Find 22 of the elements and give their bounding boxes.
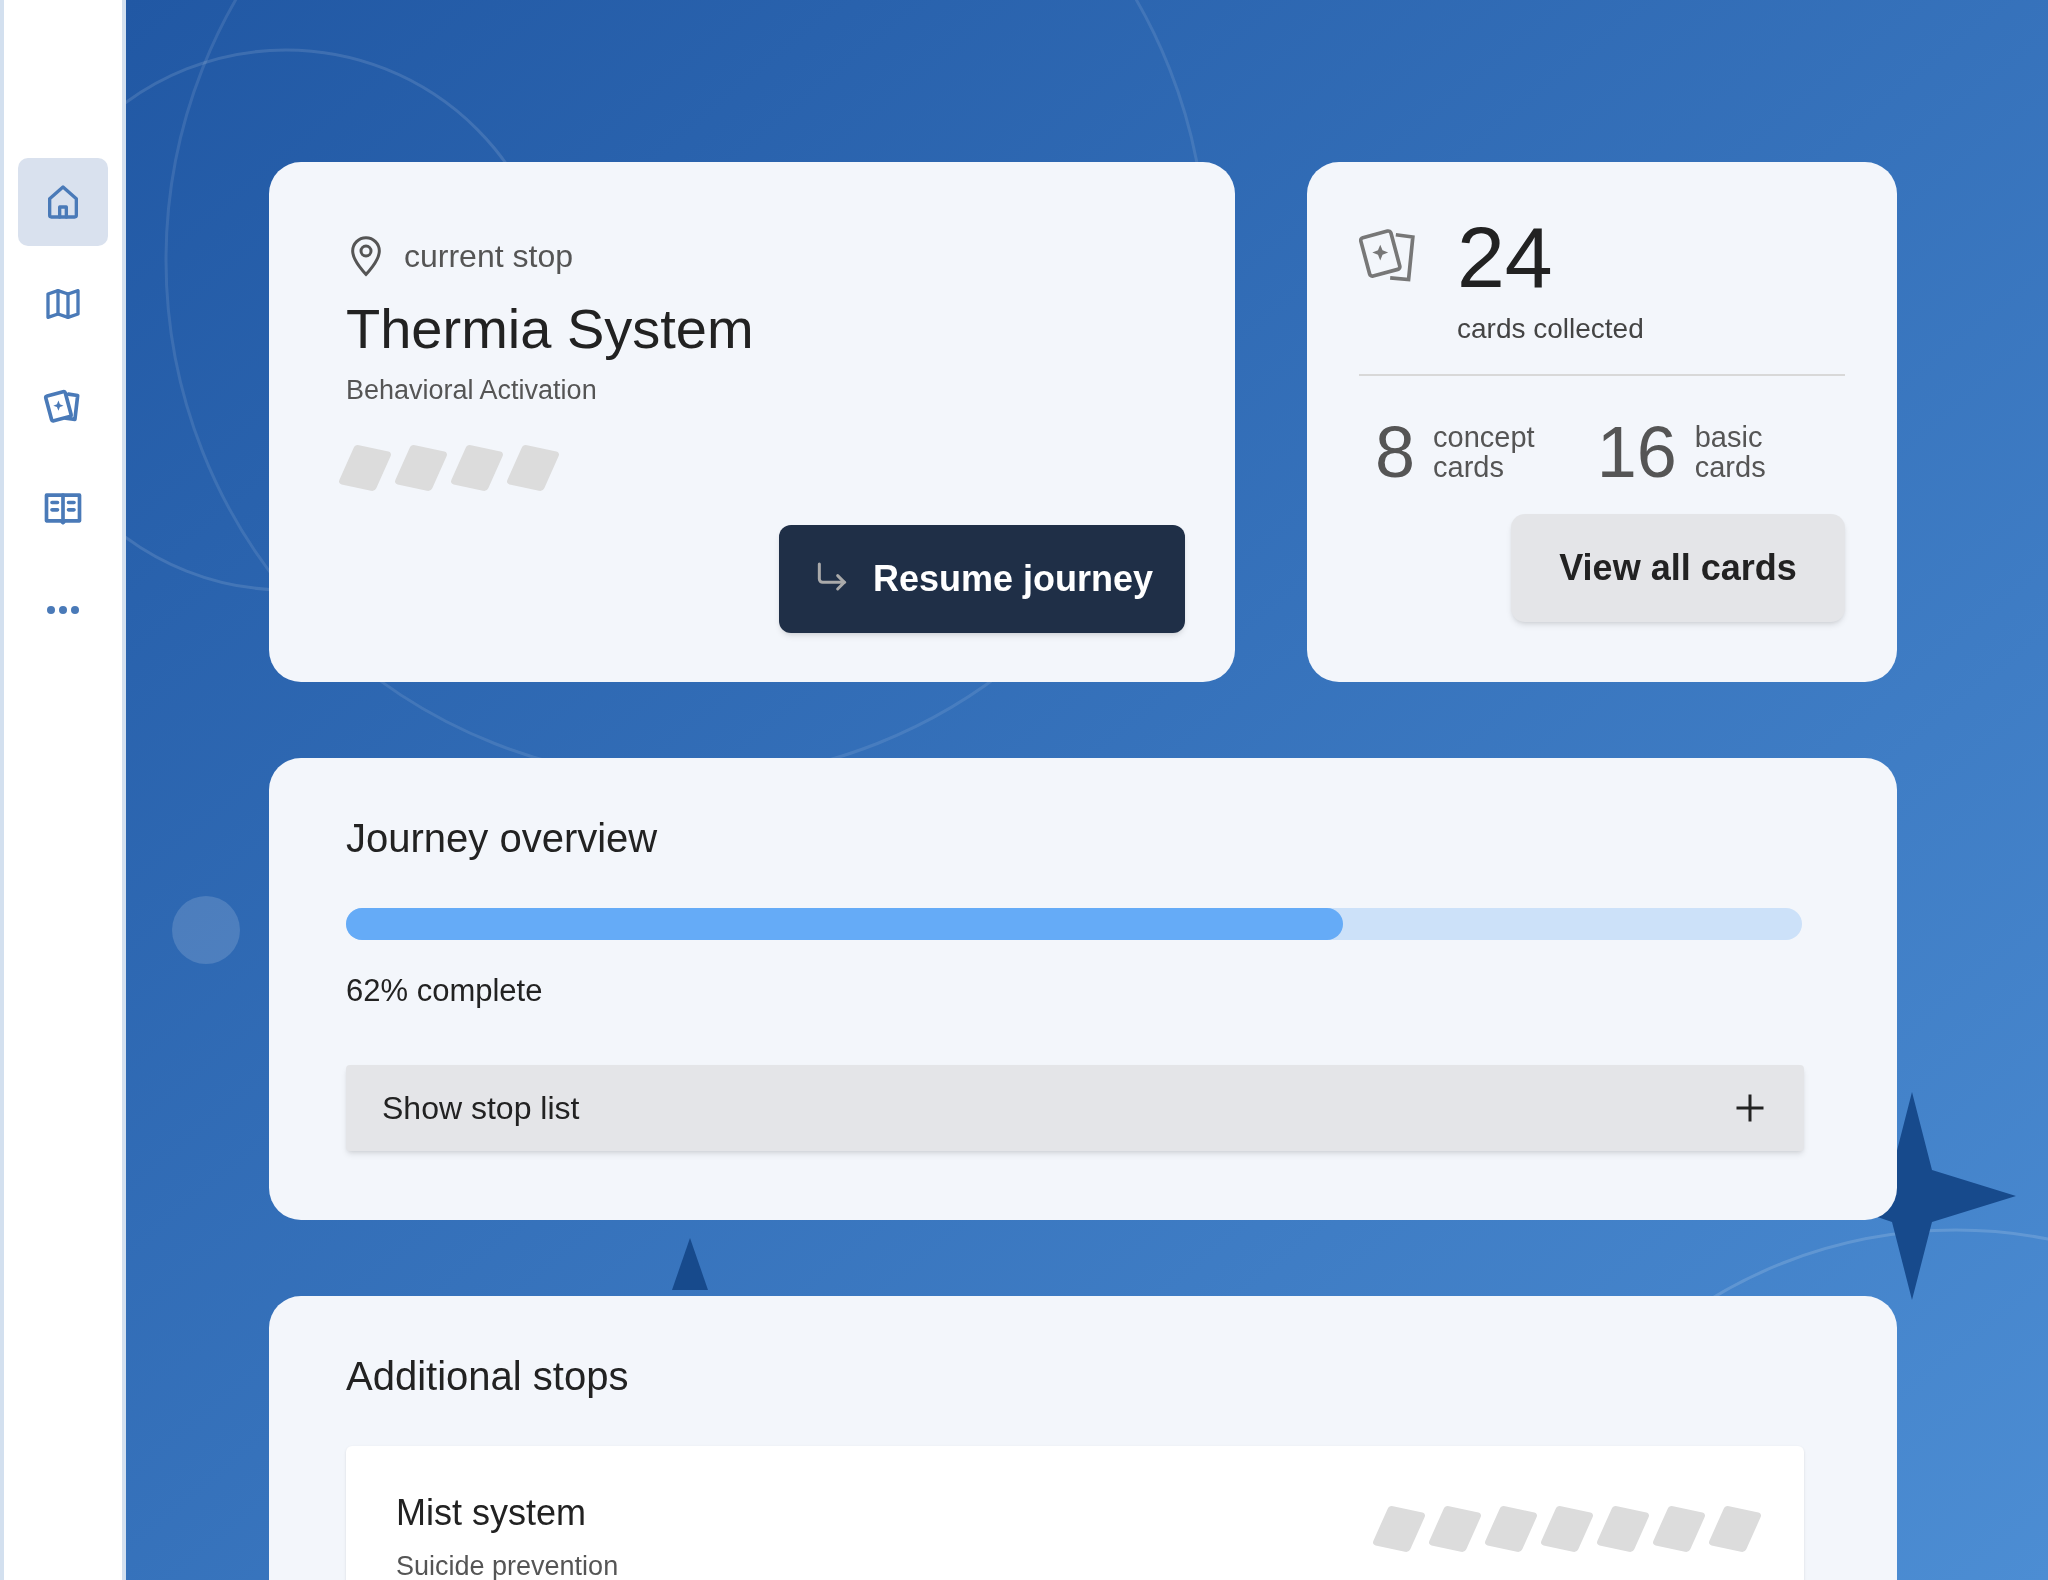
stop-item[interactable]: Mist system Suicide prevention xyxy=(346,1446,1804,1580)
view-all-cards-button[interactable]: View all cards xyxy=(1511,514,1845,622)
card-count: 16 xyxy=(1596,416,1677,488)
card-count: 8 xyxy=(1375,416,1416,488)
cards-total: 24 xyxy=(1457,214,1554,300)
stop-list-toggle[interactable]: Show stop list xyxy=(346,1064,1804,1151)
stop-title: Thermia System xyxy=(346,296,755,362)
section-title: Journey overview xyxy=(346,815,659,862)
card-type-label: cards xyxy=(1433,452,1504,482)
card-type-label: concept xyxy=(1433,422,1535,452)
resume-journey-button[interactable]: Resume journey xyxy=(778,524,1185,633)
cards-collected-label: cards collected xyxy=(1457,312,1644,346)
section-title: Additional stops xyxy=(346,1353,630,1400)
stop-title: Mist system xyxy=(396,1491,587,1535)
sidebar-item[interactable] xyxy=(18,158,108,246)
star-decoration xyxy=(672,1238,708,1290)
stop-subtitle: Behavioral Activation xyxy=(346,374,598,407)
card-type-label: basic xyxy=(1694,422,1764,452)
card-type-label: cards xyxy=(1694,452,1766,482)
progress-text: 62% complete xyxy=(346,972,544,1010)
current-stop-label: current stop xyxy=(404,237,573,276)
stop-subtitle: Suicide prevention xyxy=(396,1550,619,1580)
